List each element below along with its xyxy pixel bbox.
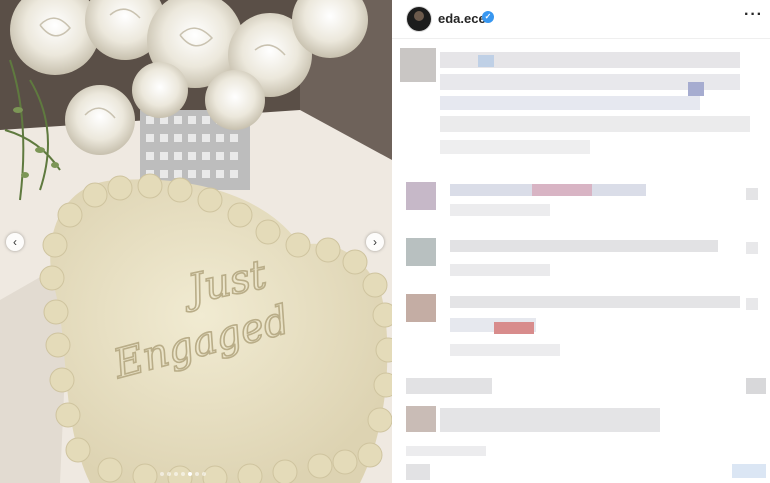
caption-text-blurred <box>478 55 494 67</box>
comment-text-blurred <box>532 184 592 196</box>
more-options-icon[interactable]: ··· <box>744 6 763 24</box>
carousel-dot <box>195 472 199 476</box>
comment-text-blurred <box>450 204 550 216</box>
comment-avatar-blurred <box>406 182 436 210</box>
save-icon-blurred <box>746 378 766 394</box>
comment-avatar-blurred <box>406 294 436 322</box>
carousel-dot <box>167 472 171 476</box>
previous-slide-button[interactable]: ‹ <box>6 233 24 251</box>
post-header: eda.ece ✓ ··· <box>392 0 770 39</box>
caption-text-blurred <box>688 82 704 96</box>
caption-text-blurred <box>440 116 750 132</box>
carousel-indicator <box>160 472 206 476</box>
carousel-dot <box>174 472 178 476</box>
chevron-right-icon: › <box>373 235 377 249</box>
like-icon-blurred <box>746 242 758 254</box>
caption-text-blurred <box>440 140 590 154</box>
username[interactable]: eda.ece <box>438 11 486 26</box>
next-slide-button[interactable]: › <box>366 233 384 251</box>
caption-text-blurred <box>440 96 700 110</box>
chevron-left-icon: ‹ <box>13 235 17 249</box>
carousel-dot <box>202 472 206 476</box>
carousel-dot <box>188 472 192 476</box>
comment-text-blurred <box>450 240 718 252</box>
like-icon-blurred <box>746 188 758 200</box>
like-icon-blurred <box>746 298 758 310</box>
post-button-blurred <box>732 464 766 478</box>
caption-avatar-blurred <box>400 48 436 82</box>
comment-text-blurred <box>494 322 534 334</box>
comment-input-blurred <box>406 464 430 480</box>
carousel-dot <box>181 472 185 476</box>
carousel-dot <box>160 472 164 476</box>
post-side-panel: eda.ece ✓ ··· <box>392 0 770 483</box>
comment-text-blurred <box>450 344 560 356</box>
avatar[interactable] <box>406 6 432 32</box>
comment-avatar-blurred <box>406 238 436 266</box>
likes-text-blurred <box>440 408 660 432</box>
post-photo[interactable]: Just Engaged ‹ › <box>0 0 392 483</box>
timestamp-blurred <box>406 446 486 456</box>
comment-text-blurred <box>450 264 550 276</box>
verified-badge-icon: ✓ <box>482 11 494 23</box>
cake-photo-image: Just Engaged <box>0 0 392 483</box>
action-icons-blurred <box>406 378 492 394</box>
comment-text-blurred <box>450 296 740 308</box>
likes-avatar-blurred <box>406 406 436 432</box>
